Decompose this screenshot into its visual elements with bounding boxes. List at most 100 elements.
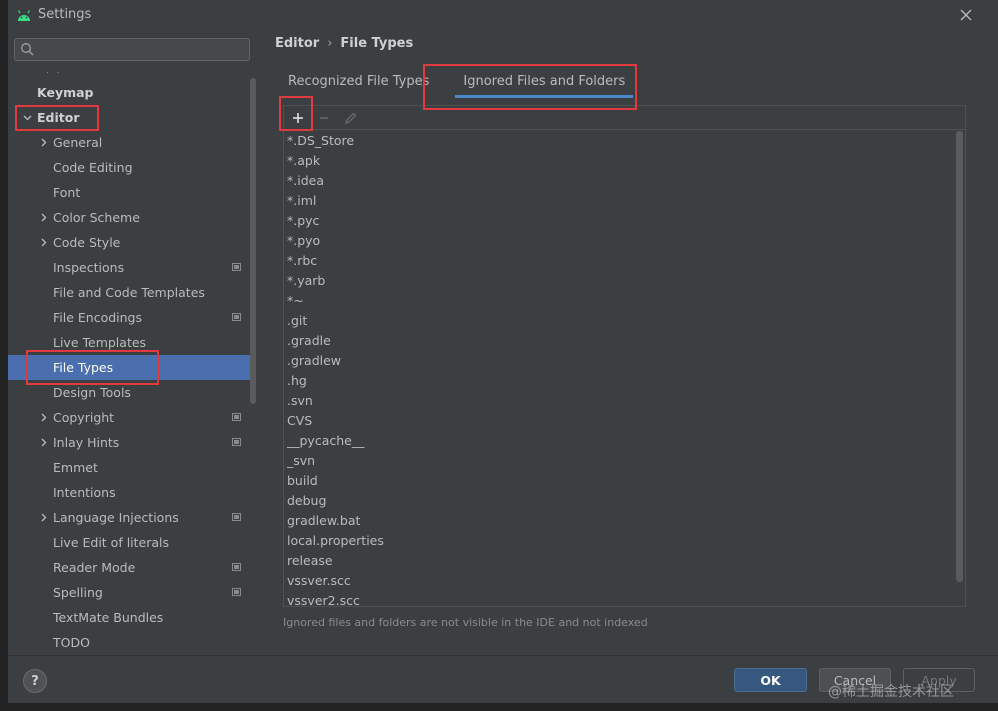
list-item[interactable]: .gradlew xyxy=(284,351,954,371)
sidebar-item-reader-mode[interactable]: Reader Mode xyxy=(8,555,252,580)
list-item[interactable]: __pycache__ xyxy=(284,431,954,451)
sidebar-item-intentions[interactable]: Intentions xyxy=(8,480,252,505)
sidebar-item-code-editing[interactable]: Code Editing xyxy=(8,155,252,180)
edit-button[interactable] xyxy=(340,108,360,128)
list-scrollbar[interactable] xyxy=(956,131,963,582)
list-item[interactable]: .svn xyxy=(284,391,954,411)
breadcrumb-parent[interactable]: Editor xyxy=(275,36,319,51)
list-item[interactable]: release xyxy=(284,551,954,571)
sidebar-item-design-tools[interactable]: Design Tools xyxy=(8,380,252,405)
project-scope-icon xyxy=(232,263,241,271)
close-icon xyxy=(960,9,972,21)
sidebar-item-label: Language Injections xyxy=(53,510,179,525)
sidebar-item-editor[interactable]: Editor xyxy=(8,105,252,130)
close-button[interactable] xyxy=(956,5,976,25)
list-item[interactable]: .hg xyxy=(284,371,954,391)
sidebar-item-label: TODO xyxy=(53,635,90,650)
sidebar-item-label: Copyright xyxy=(53,410,115,425)
list-item[interactable]: _svn xyxy=(284,451,954,471)
sidebar-item-label: Keymap xyxy=(37,85,94,100)
list-item[interactable]: *.DS_Store xyxy=(284,131,954,151)
settings-search[interactable] xyxy=(14,38,250,61)
chevron-right-icon[interactable] xyxy=(38,505,48,530)
cancel-button[interactable]: Cancel xyxy=(819,668,891,692)
sidebar-item-emmet[interactable]: Emmet xyxy=(8,455,252,480)
list-item[interactable]: *.apk xyxy=(284,151,954,171)
add-button[interactable] xyxy=(288,108,308,128)
tab-ignored-files-and-folders[interactable]: Ignored Files and Folders xyxy=(447,70,641,100)
sidebar-item-color-scheme[interactable]: Color Scheme xyxy=(8,205,252,230)
list-item[interactable]: *.rbc xyxy=(284,251,954,271)
sidebar-item-inspections[interactable]: Inspections xyxy=(8,255,252,280)
list-item[interactable]: build xyxy=(284,471,954,491)
list-toolbar xyxy=(284,106,965,130)
list-item[interactable]: local.properties xyxy=(284,531,954,551)
remove-button[interactable] xyxy=(314,108,334,128)
sidebar-item-font[interactable]: Font xyxy=(8,180,252,205)
project-scope-icon xyxy=(232,563,241,571)
sidebar-item-live-edit-of-literals[interactable]: Live Edit of literals xyxy=(8,530,252,555)
list-item[interactable]: *~ xyxy=(284,291,954,311)
minus-icon xyxy=(320,117,328,119)
background-edge xyxy=(0,0,8,711)
ok-button[interactable]: OK xyxy=(734,668,807,692)
list-item[interactable]: *.idea xyxy=(284,171,954,191)
ignored-files-panel: *.DS_Store *.apk *.idea *.iml *.pyc *.pyo *.rb… xyxy=(283,105,966,607)
list-item[interactable]: .git xyxy=(284,311,954,331)
chevron-down-icon[interactable] xyxy=(22,105,32,130)
sidebar-item-inlay-hints[interactable]: Inlay Hints xyxy=(8,430,252,455)
sidebar-item-spelling[interactable]: Spelling xyxy=(8,580,252,605)
ignored-files-list: *.DS_Store *.apk *.idea *.iml *.pyc *.pyo *.rb… xyxy=(284,131,954,606)
project-scope-icon xyxy=(232,438,241,446)
background-edge-bottom xyxy=(0,703,998,711)
breadcrumb: Editor › File Types xyxy=(275,36,413,51)
list-item[interactable]: *.pyc xyxy=(284,211,954,231)
settings-content: Editor › File Types Recognized File Type… xyxy=(260,30,998,655)
list-item[interactable]: .gradle xyxy=(284,331,954,351)
sidebar-item-live-templates[interactable]: Live Templates xyxy=(8,330,252,355)
sidebar-item-language-injections[interactable]: Language Injections xyxy=(8,505,252,530)
sidebar-item-label: Reader Mode xyxy=(53,560,136,575)
tab-recognized-file-types[interactable]: Recognized File Types xyxy=(280,70,437,100)
chevron-right-icon[interactable] xyxy=(38,130,48,155)
sidebar-item-label: Spelling xyxy=(53,585,103,600)
chevron-right-icon[interactable] xyxy=(38,405,48,430)
sidebar-item-label: Code Editing xyxy=(53,160,133,175)
apply-button[interactable]: Apply xyxy=(903,668,975,692)
sidebar-item-copyright[interactable]: Copyright xyxy=(8,405,252,430)
sidebar-item-label: Editor xyxy=(37,110,80,125)
sidebar-item-file-and-code-templates[interactable]: File and Code Templates xyxy=(8,280,252,305)
sidebar-item-keymap[interactable]: Keymap xyxy=(8,80,252,105)
list-item[interactable]: CVS xyxy=(284,411,954,431)
list-item[interactable]: *.pyo xyxy=(284,231,954,251)
sidebar-item-general[interactable]: General xyxy=(8,130,252,155)
sidebar-item-todo[interactable]: TODO xyxy=(8,630,252,655)
collapsed-items-indicator: · · xyxy=(46,68,62,79)
chevron-right-icon[interactable] xyxy=(38,205,48,230)
pencil-icon xyxy=(344,112,356,124)
sidebar-scrollbar[interactable] xyxy=(250,78,256,404)
project-scope-icon xyxy=(232,313,241,321)
list-item[interactable]: vssver2.scc xyxy=(284,591,954,606)
sidebar-item-label: Design Tools xyxy=(53,385,131,400)
settings-sidebar: · · Keymap Editor General Code Editing Font C… xyxy=(8,30,260,655)
chevron-right-icon[interactable] xyxy=(38,230,48,255)
sidebar-item-label: Emmet xyxy=(53,460,98,475)
breadcrumb-current: File Types xyxy=(340,36,414,51)
list-item[interactable]: gradlew.bat xyxy=(284,511,954,531)
sidebar-item-code-style[interactable]: Code Style xyxy=(8,230,252,255)
chevron-right-icon[interactable] xyxy=(38,430,48,455)
search-input[interactable] xyxy=(39,41,244,58)
list-item[interactable]: *.iml xyxy=(284,191,954,211)
help-button[interactable]: ? xyxy=(23,669,47,693)
list-item[interactable]: *.yarb xyxy=(284,271,954,291)
list-item[interactable]: vssver.scc xyxy=(284,571,954,591)
project-scope-icon xyxy=(232,413,241,421)
sidebar-item-label: File Types xyxy=(53,360,114,375)
sidebar-item-label: Intentions xyxy=(53,485,116,500)
sidebar-item-textmate-bundles[interactable]: TextMate Bundles xyxy=(8,605,252,630)
sidebar-item-label: Live Templates xyxy=(53,335,147,350)
sidebar-item-file-types[interactable]: File Types xyxy=(8,355,252,380)
sidebar-item-file-encodings[interactable]: File Encodings xyxy=(8,305,252,330)
list-item[interactable]: debug xyxy=(284,491,954,511)
